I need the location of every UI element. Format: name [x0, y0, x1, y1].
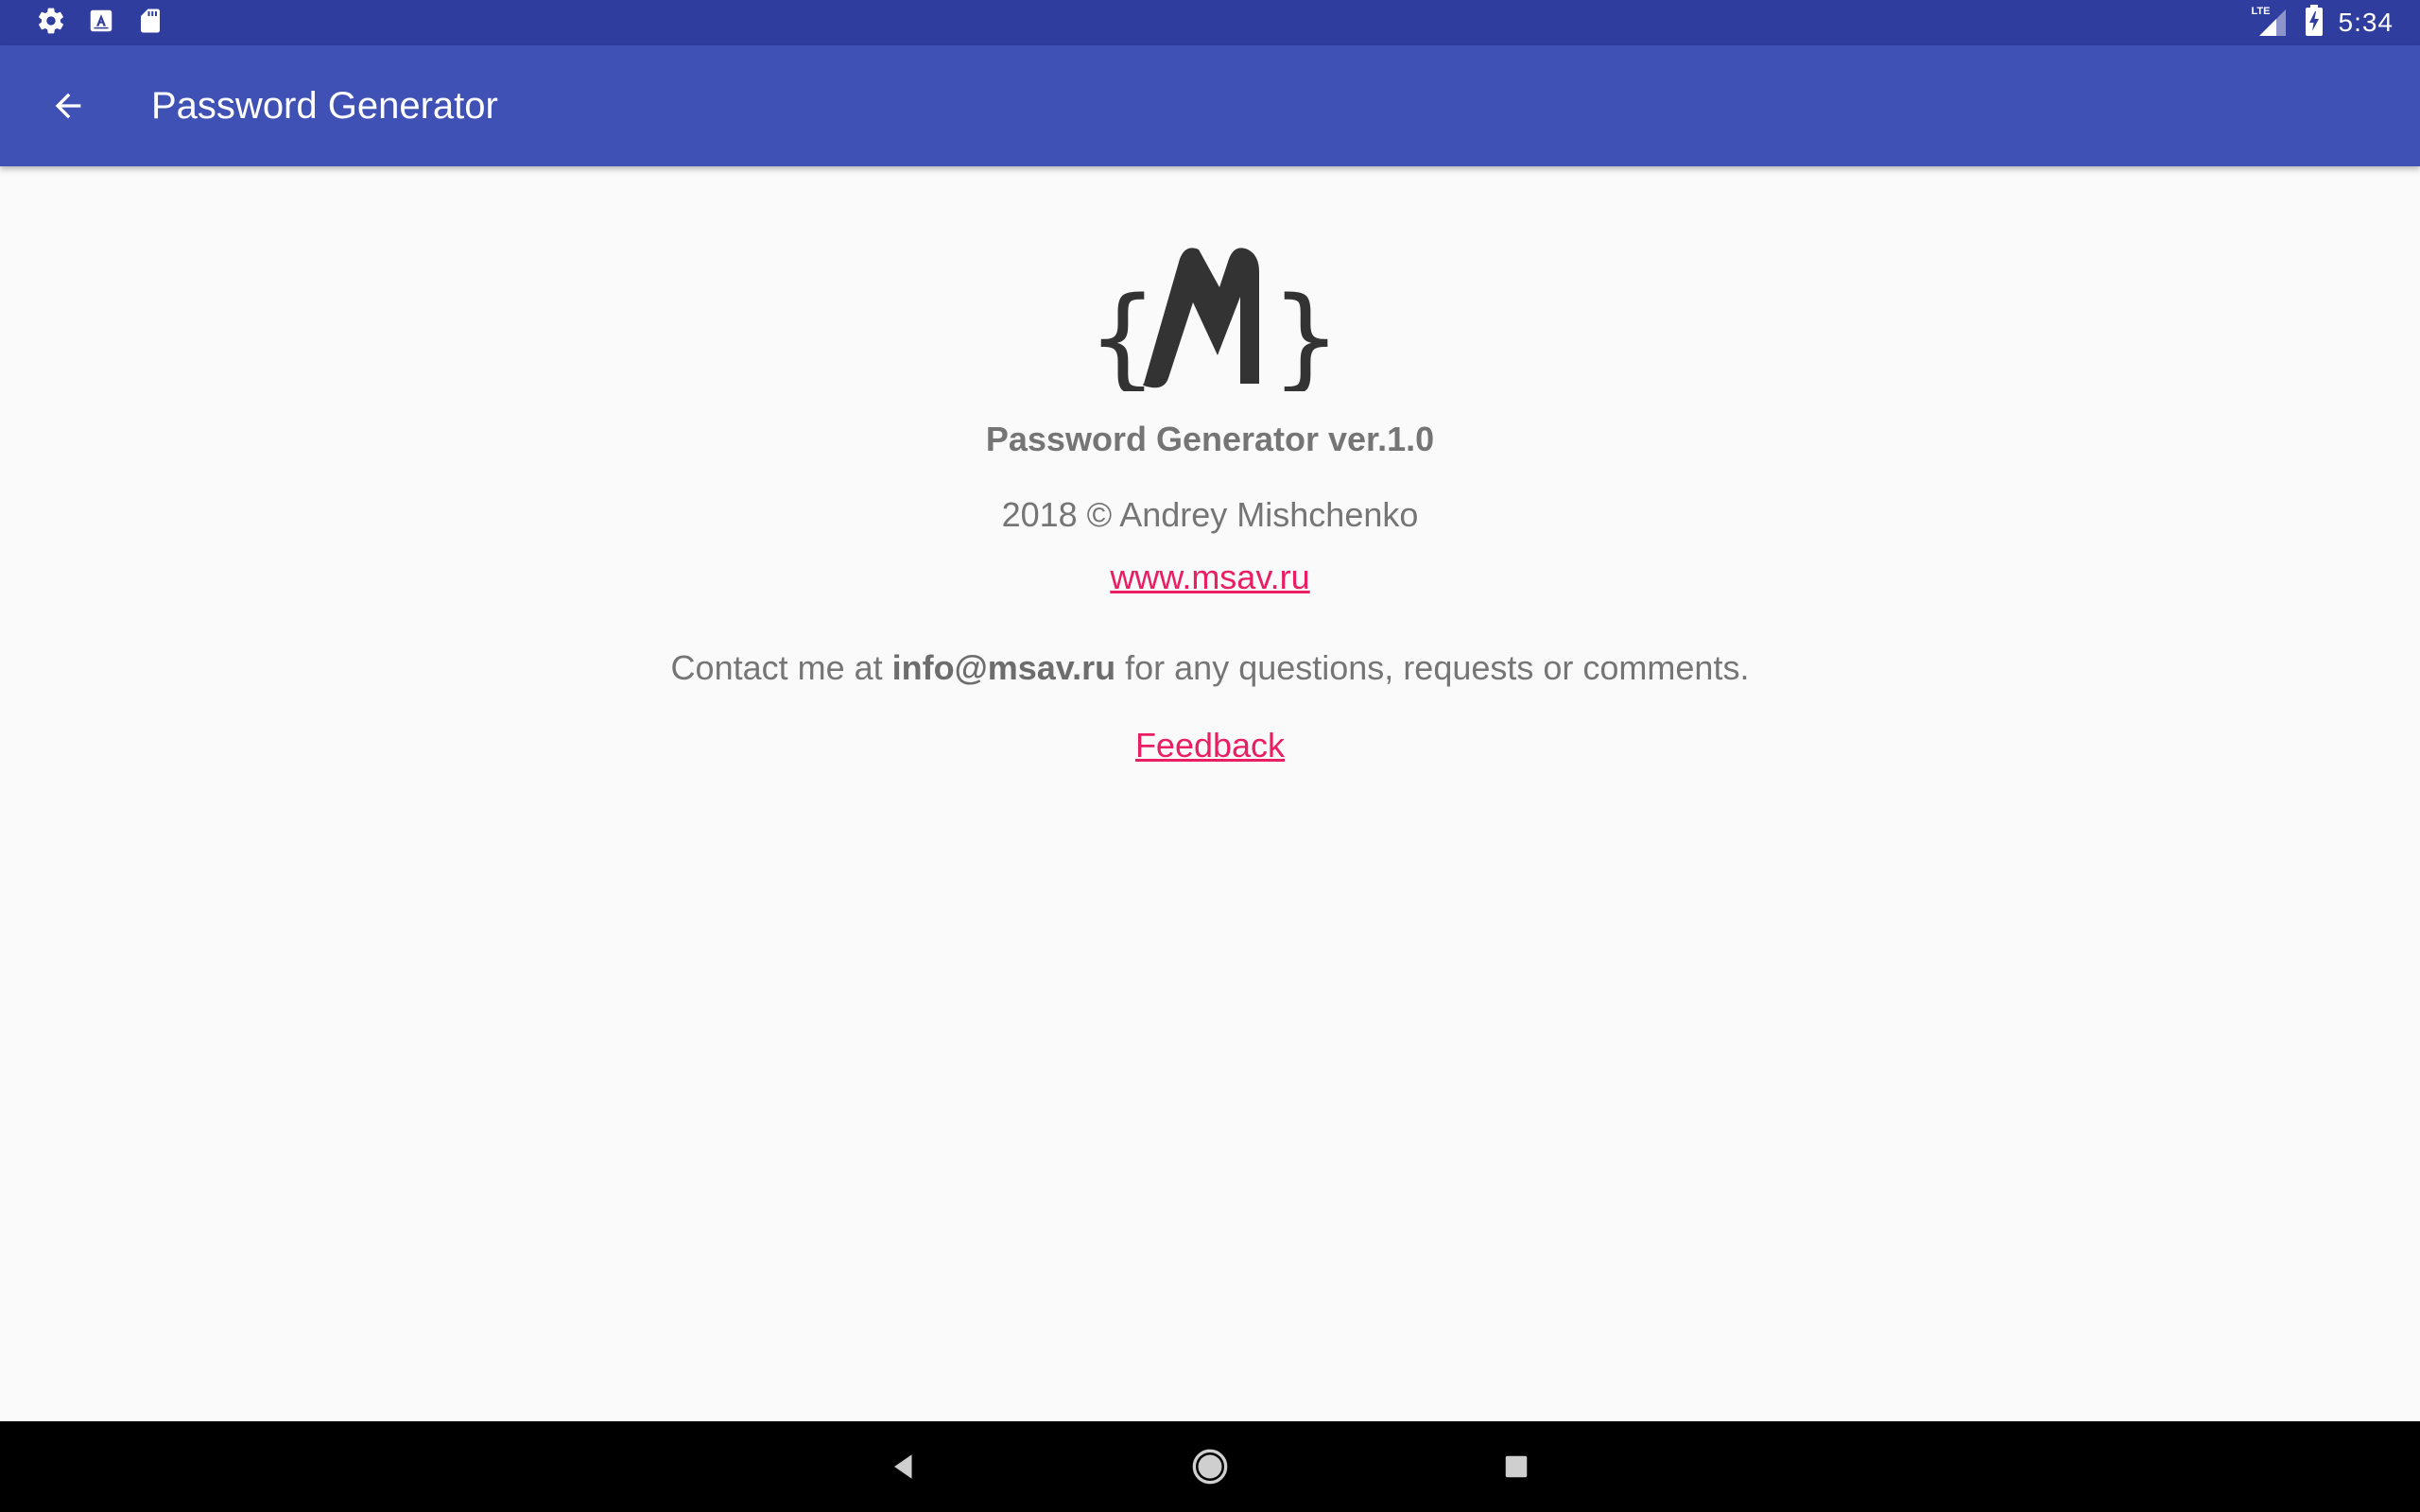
app-store-icon	[87, 7, 115, 40]
network-type-label: LTE	[2251, 6, 2271, 17]
toolbar: Password Generator	[0, 45, 2420, 166]
battery-charging-icon	[2305, 4, 2324, 42]
system-status: LTE 5:34	[2252, 4, 2394, 42]
feedback-link[interactable]: Feedback	[1135, 726, 1285, 765]
nav-home-button[interactable]	[1184, 1440, 1236, 1493]
navigation-bar	[0, 1421, 2420, 1512]
contact-text: Contact me at info@msav.ru for any quest…	[0, 648, 2420, 688]
home-nav-icon	[1192, 1449, 1228, 1485]
signal-icon: LTE	[2252, 6, 2290, 40]
website-link[interactable]: www.msav.ru	[1110, 558, 1309, 597]
copyright: 2018 © Andrey Mishchenko	[1001, 495, 1419, 534]
contact-prefix: Contact me at	[670, 648, 892, 687]
svg-text:}: }	[1272, 272, 1333, 391]
sd-card-icon	[136, 7, 164, 40]
app-logo: { }	[1087, 231, 1340, 403]
recents-nav-icon	[1505, 1455, 1528, 1478]
app-version: Password Generator ver.1.0	[985, 420, 1435, 458]
clock: 5:34	[2338, 8, 2394, 37]
contact-suffix: for any questions, requests or comments.	[1115, 648, 1750, 687]
toolbar-title: Password Generator	[151, 85, 498, 127]
status-bar: LTE 5:34	[0, 0, 2420, 45]
back-button[interactable]	[38, 76, 98, 136]
back-nav-icon	[894, 1454, 912, 1479]
nav-recents-button[interactable]	[1490, 1440, 1543, 1493]
feedback-row: Feedback	[0, 726, 2420, 765]
svg-text:{: {	[1089, 272, 1156, 391]
contact-email: info@msav.ru	[891, 648, 1116, 687]
notification-icons	[36, 8, 164, 38]
about-content: { } Password Generator ver.1.0 2018 © An…	[0, 166, 2420, 1421]
arrow-back-icon	[55, 93, 81, 119]
about-screen: LTE 5:34 Password Generator {} Password…	[0, 0, 2420, 1512]
website-row: www.msav.ru	[0, 558, 2420, 597]
settings-icon	[36, 6, 66, 41]
nav-back-button[interactable]	[877, 1440, 930, 1493]
